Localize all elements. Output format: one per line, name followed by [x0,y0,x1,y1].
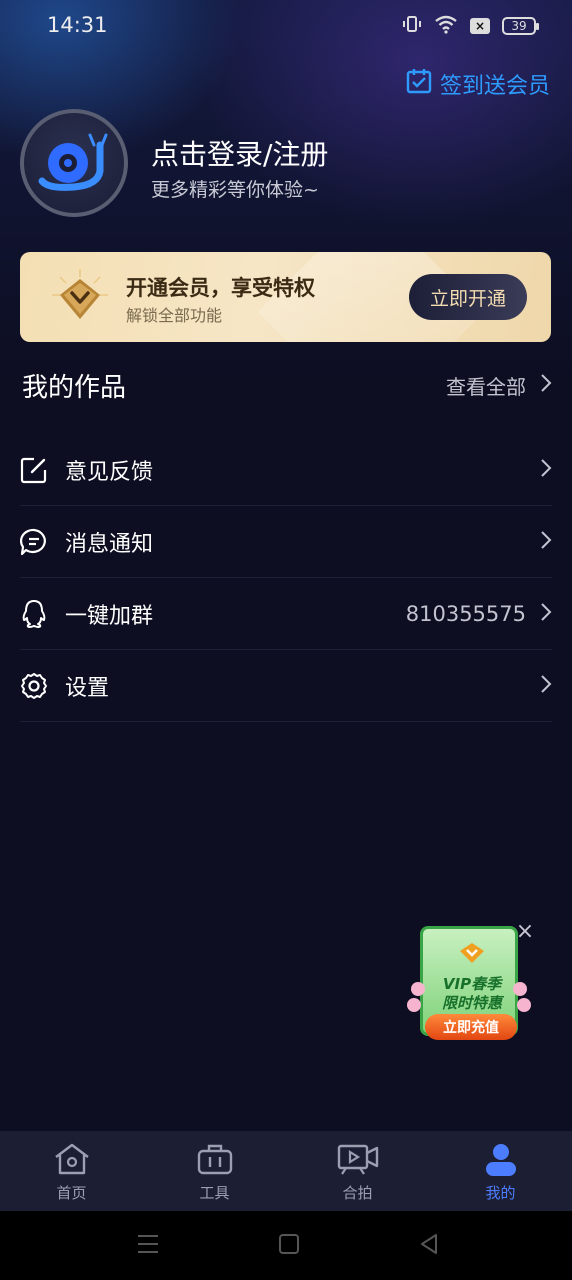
tab-mine[interactable]: 我的 [429,1131,572,1211]
flower-decoration [407,998,421,1012]
message-icon [20,528,48,556]
recharge-button[interactable]: 立即充值 [425,1014,517,1040]
bottom-tab-bar: 首页 工具 合拍 我的 [0,1131,572,1211]
flower-decoration [411,982,425,996]
group-number: 810355575 [405,601,526,626]
menu-item-feedback[interactable]: 意见反馈 [20,434,552,506]
battery-icon: 39 [502,17,539,35]
signin-label: 签到送会员 [439,74,550,99]
vip-subtitle: 解锁全部功能 [126,306,223,325]
menu-label: 意见反馈 [65,459,154,485]
login-title[interactable]: 点击登录/注册 [151,133,328,173]
works-title: 我的作品 [22,373,127,403]
menu-icon[interactable] [136,1233,160,1259]
close-icon[interactable]: × [515,921,535,943]
tab-collab[interactable]: 合拍 [286,1131,429,1211]
menu-label: 设置 [65,675,110,701]
signin-button[interactable]: 签到送会员 [406,68,550,100]
video-icon [336,1142,380,1180]
chevron-right-icon [540,602,552,626]
promo-text: VIP春季 限时特惠 [423,975,521,1013]
login-subtitle: 更多精彩等你体验~ [151,179,319,201]
chevron-right-icon [540,530,552,554]
edit-icon [20,456,48,484]
qq-icon [20,599,48,628]
view-all-works-button[interactable]: 查看全部 [446,371,552,400]
vip-promo-widget[interactable]: VIP春季 限时特惠 立即充值 × [405,921,535,1048]
tab-tools[interactable]: 工具 [143,1131,286,1211]
chevron-right-icon [540,373,552,398]
vip-banner[interactable]: 开通会员，享受特权 解锁全部功能 立即开通 [20,252,551,342]
menu-item-notifications[interactable]: 消息通知 [20,506,552,578]
chevron-right-icon [540,458,552,482]
back-icon[interactable] [418,1233,440,1259]
flower-decoration [513,982,527,996]
battery-level: 39 [511,19,527,33]
promo-line-1: VIP春季 [442,975,502,993]
menu-label: 一键加群 [65,603,154,629]
system-nav-bar [0,1211,572,1280]
home-icon [52,1142,92,1180]
tab-label: 我的 [485,1184,516,1202]
promo-line-2: 限时特惠 [441,994,502,1012]
vip-title: 开通会员，享受特权 [126,276,315,300]
tab-label: 首页 [56,1184,87,1202]
settings-menu: 意见反馈 消息通知 一键加群 810355575 设置 [20,434,552,722]
vibrate-icon [402,14,422,38]
chevron-right-icon [540,674,552,698]
menu-label: 消息通知 [65,531,154,557]
toolbox-icon [195,1142,235,1180]
gear-icon [20,672,48,700]
status-icons: × 39 [402,14,539,38]
wifi-icon [434,14,458,38]
tab-label: 工具 [199,1184,230,1202]
vip-diamond-icon [50,269,110,329]
open-vip-button[interactable]: 立即开通 [409,274,527,320]
snail-logo-icon [38,131,110,195]
avatar[interactable] [20,109,128,217]
view-all-label: 查看全部 [446,375,526,399]
menu-item-join-group[interactable]: 一键加群 810355575 [20,578,552,650]
user-icon [481,1142,521,1180]
home-nav-icon[interactable] [278,1233,300,1259]
status-bar: 14:31 × 39 [0,0,572,50]
calendar-check-icon [406,68,432,100]
status-time: 14:31 [47,13,108,37]
flower-decoration [517,998,531,1012]
menu-item-settings[interactable]: 设置 [20,650,552,722]
diamond-icon [458,941,486,969]
no-sim-icon: × [470,18,490,34]
tab-home[interactable]: 首页 [0,1131,143,1211]
tab-label: 合拍 [342,1184,373,1202]
